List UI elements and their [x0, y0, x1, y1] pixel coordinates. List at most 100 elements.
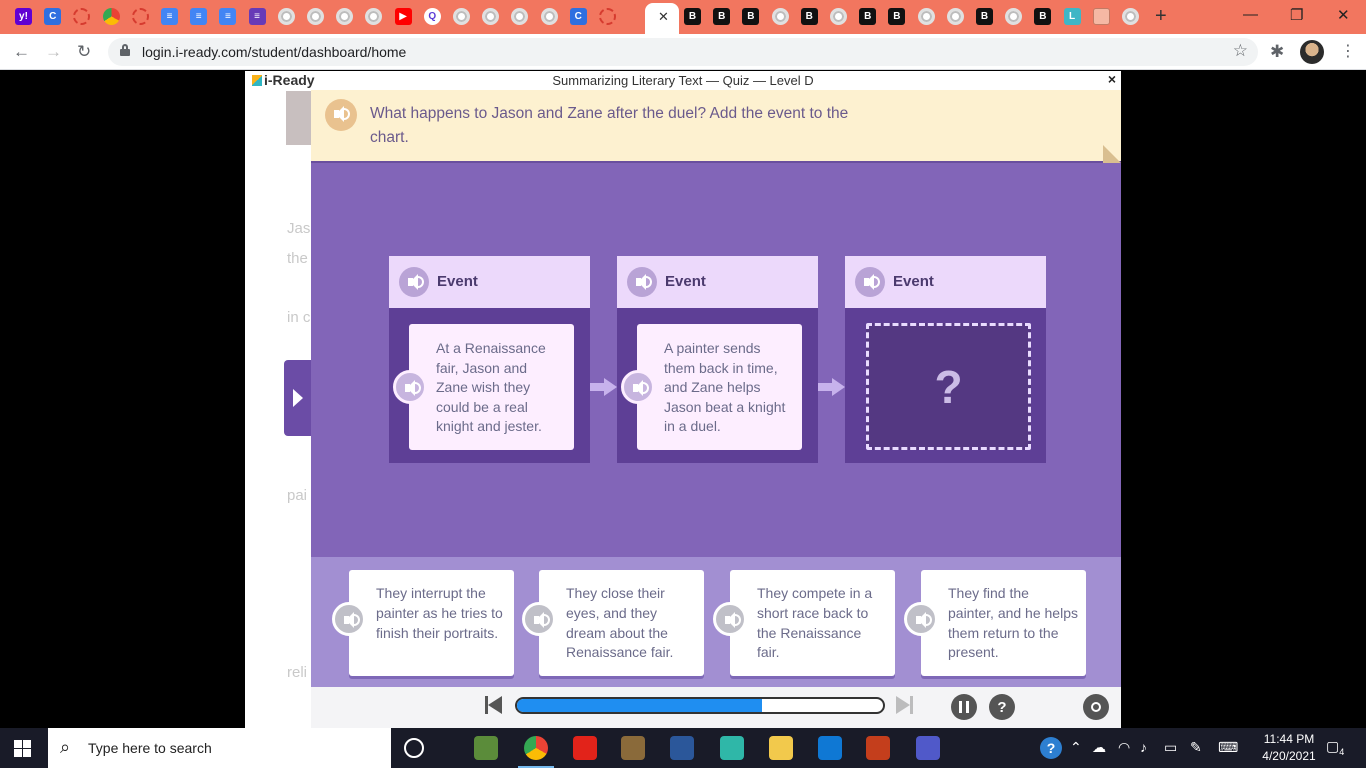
help-icon[interactable]: ? — [1040, 737, 1062, 759]
google-icon[interactable] — [453, 8, 470, 25]
google-icon[interactable] — [1005, 8, 1023, 25]
file-explorer-icon[interactable] — [769, 736, 793, 760]
google-icon[interactable] — [540, 8, 558, 25]
speaker-icon[interactable] — [621, 370, 655, 404]
google-icon[interactable] — [365, 8, 383, 25]
chrome-icon[interactable] — [102, 8, 120, 25]
help-button[interactable]: ? — [989, 694, 1015, 720]
google-icon[interactable] — [277, 8, 295, 25]
teams-icon[interactable] — [916, 736, 940, 760]
loading-icon[interactable] — [599, 8, 616, 25]
google-icon[interactable] — [511, 8, 529, 25]
taskbar-search[interactable]: ⌕ Type here to search — [48, 728, 391, 768]
google-icon[interactable] — [307, 8, 324, 25]
reload-icon[interactable]: ↻ — [77, 42, 91, 62]
active-tab[interactable]: ✕ — [645, 3, 679, 34]
google-docs-icon[interactable]: ≡ — [161, 8, 178, 25]
extensions-icon[interactable]: ✱ — [1270, 42, 1284, 62]
windows-start-icon[interactable] — [14, 740, 31, 757]
browser-menu-icon[interactable]: ⋮ — [1340, 41, 1356, 61]
answer-choice-2[interactable]: They close their eyes, and they dream ab… — [539, 570, 704, 676]
b-app-icon[interactable]: B — [800, 8, 818, 25]
settings-gear-icon[interactable] — [1083, 694, 1109, 720]
answer-choice-1[interactable]: They interrupt the painter as he tries t… — [349, 570, 514, 676]
google-icon[interactable] — [482, 8, 500, 25]
b-app-icon[interactable]: B — [859, 8, 877, 25]
b-app-icon[interactable]: B — [976, 8, 993, 25]
loading-icon[interactable] — [73, 8, 91, 25]
google-icon[interactable] — [771, 8, 789, 25]
close-quiz-button[interactable]: × — [1108, 71, 1116, 87]
wifi-icon[interactable]: ◠ — [1118, 739, 1130, 756]
speaker-icon[interactable] — [399, 267, 429, 297]
address-bar[interactable]: login.i-ready.com/student/dashboard/home… — [108, 38, 1258, 66]
google-icon[interactable] — [336, 8, 354, 25]
keyboard-icon[interactable]: ⌨ — [1218, 739, 1238, 756]
speaker-icon[interactable] — [713, 602, 747, 636]
answer-choice-4[interactable]: They find the painter, and he helps them… — [921, 570, 1086, 676]
cortana-icon[interactable] — [404, 738, 424, 758]
google-docs-icon[interactable]: ≡ — [219, 8, 237, 25]
restore-icon[interactable]: ❐ — [1290, 6, 1303, 24]
new-tab-button[interactable]: + — [1155, 5, 1167, 28]
answer-choice-3[interactable]: They compete in a short race back to the… — [730, 570, 895, 676]
speaker-icon[interactable] — [904, 602, 938, 636]
profile-avatar[interactable] — [1300, 40, 1324, 64]
google-icon[interactable] — [830, 8, 847, 25]
youtube-icon[interactable]: ▶ — [394, 8, 412, 25]
notifications-icon[interactable]: ▢4 — [1326, 738, 1344, 757]
roblox-icon[interactable] — [573, 736, 597, 760]
browser-toolbar: ← → ↻ login.i-ready.com/student/dashboar… — [0, 34, 1366, 70]
google-docs-icon[interactable]: ≡ — [190, 8, 208, 25]
close-window-icon[interactable]: ✕ — [1337, 6, 1350, 24]
speaker-icon[interactable] — [855, 267, 885, 297]
battery-icon[interactable]: ▭ — [1164, 739, 1177, 756]
minecraft-dungeons-icon[interactable] — [621, 736, 645, 760]
onedrive-icon[interactable]: ☁ — [1092, 739, 1106, 756]
edge-browser-icon[interactable] — [818, 736, 842, 760]
speaker-icon[interactable] — [522, 602, 556, 636]
pen-icon[interactable]: ✎ — [1190, 739, 1202, 756]
google-icon[interactable] — [946, 8, 964, 25]
question-prompt: What happens to Jason and Zane after the… — [311, 90, 1121, 163]
google-icon[interactable] — [917, 8, 935, 25]
b-app-icon[interactable]: B — [888, 8, 906, 25]
bookmark-star-icon[interactable]: ☆ — [1233, 41, 1248, 61]
google-forms-icon[interactable]: ≡ — [248, 8, 266, 25]
c-app-icon[interactable]: C — [569, 8, 587, 25]
b-app-icon[interactable]: B — [713, 8, 731, 25]
b-app-icon[interactable]: B — [1034, 8, 1052, 25]
edge-icon[interactable] — [720, 736, 744, 760]
volume-icon[interactable]: ♪ — [1140, 739, 1147, 755]
yahoo-icon[interactable]: y! — [15, 8, 32, 25]
clock[interactable]: 11:44 PM 4/20/2021 — [1254, 731, 1324, 765]
speaker-icon[interactable] — [325, 99, 357, 131]
speaker-icon[interactable] — [627, 267, 657, 297]
chevron-up-icon[interactable]: ⌃ — [1070, 739, 1082, 756]
google-icon[interactable] — [1122, 8, 1139, 25]
word-icon[interactable] — [670, 736, 694, 760]
powerpoint-icon[interactable] — [866, 736, 890, 760]
progress-bar — [515, 697, 885, 714]
l-app-icon[interactable]: L — [1063, 8, 1081, 25]
chrome-icon[interactable] — [518, 736, 554, 768]
answer-bank: They interrupt the painter as he tries t… — [311, 557, 1121, 687]
b-app-icon[interactable]: B — [742, 8, 760, 25]
quizlet-icon[interactable]: Q — [423, 8, 441, 25]
b-app-icon[interactable]: B — [684, 8, 701, 25]
loading-icon[interactable] — [131, 8, 149, 25]
back-icon[interactable]: ← — [13, 42, 30, 62]
pause-button[interactable] — [951, 694, 977, 720]
windows-taskbar: ⌕ Type here to search ? ⌃ ☁ ◠ ♪ ▭ ✎ ⌨ 11… — [0, 728, 1366, 768]
calendar-icon[interactable] — [1092, 8, 1110, 25]
speaker-icon[interactable] — [393, 370, 427, 404]
minecraft-icon[interactable] — [474, 736, 498, 760]
expand-panel-button[interactable] — [284, 360, 311, 436]
minimize-icon[interactable]: — — [1243, 6, 1258, 23]
c-app-icon[interactable]: C — [44, 8, 62, 25]
answer-drop-target[interactable]: ? — [866, 323, 1031, 450]
speaker-icon[interactable] — [332, 602, 366, 636]
url-text[interactable]: login.i-ready.com/student/dashboard/home — [142, 44, 406, 60]
forward-icon[interactable]: → — [45, 42, 62, 62]
close-tab-icon[interactable]: ✕ — [658, 9, 669, 25]
